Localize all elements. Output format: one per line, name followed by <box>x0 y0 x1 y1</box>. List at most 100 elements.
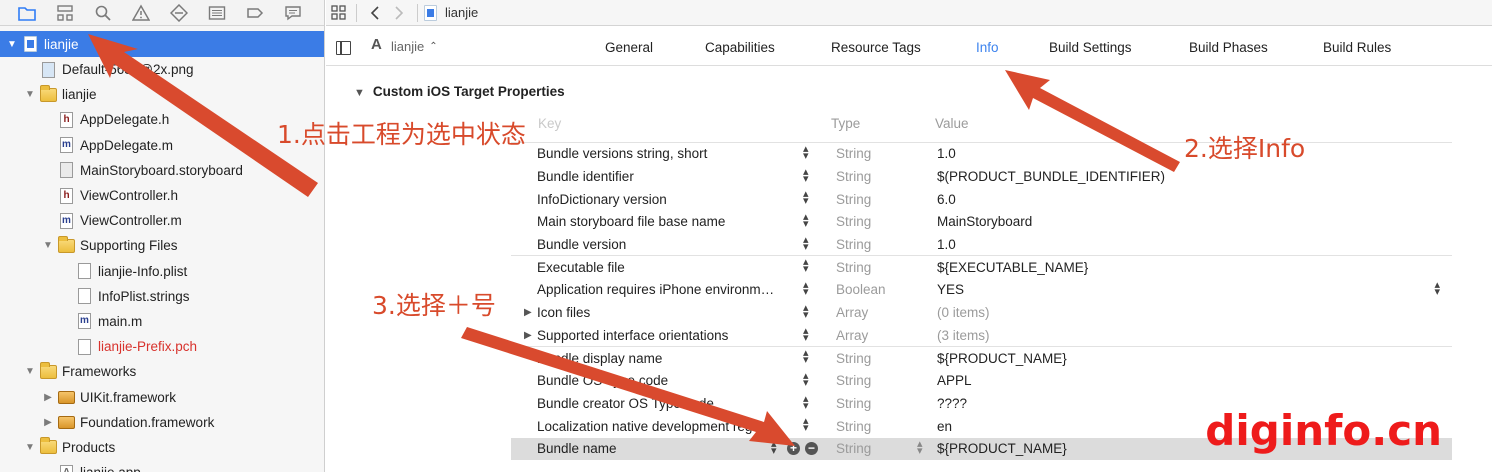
property-type[interactable]: String <box>836 169 871 184</box>
tab-build-settings[interactable]: Build Settings <box>1049 40 1132 55</box>
report-icon[interactable] <box>274 0 312 26</box>
property-row[interactable]: Bundle display name ▴ ▾ String ${PRODUCT_NAM… <box>511 347 1452 370</box>
forward-chevron-icon[interactable] <box>387 0 411 26</box>
property-type[interactable]: String <box>836 146 871 161</box>
property-key[interactable]: Main storyboard file base name <box>537 214 799 229</box>
navigator-item[interactable]: h AppDelegate.h <box>0 107 324 132</box>
navigator-item[interactable]: lianjie-Prefix.pch <box>0 334 324 359</box>
property-value[interactable]: 6.0 <box>937 192 956 207</box>
navigator-item[interactable]: Alianjie.app <box>0 460 324 472</box>
property-type[interactable]: Boolean <box>836 282 886 297</box>
property-row[interactable]: Bundle version ▴ ▾ String 1.0 <box>511 234 1452 257</box>
property-row[interactable]: InfoDictionary version ▴ ▾ String 6.0 <box>511 188 1452 212</box>
key-stepper-icon[interactable]: ▴ ▾ <box>803 234 809 252</box>
column-value-header[interactable]: Value <box>935 116 969 131</box>
property-type[interactable]: String <box>836 351 871 366</box>
key-stepper-icon[interactable]: ▴ ▾ <box>803 348 809 366</box>
property-value[interactable]: ${EXECUTABLE_NAME} <box>937 260 1088 275</box>
tab-build-rules[interactable]: Build Rules <box>1323 40 1391 55</box>
add-row-icon[interactable]: + <box>787 441 800 455</box>
property-key[interactable]: InfoDictionary version <box>537 192 799 207</box>
navigator-item[interactable]: h ViewController.h <box>0 183 324 208</box>
property-key[interactable]: Localization native development region <box>537 419 799 434</box>
tab-resource-tags[interactable]: Resource Tags <box>831 40 921 55</box>
tab-capabilities[interactable]: Capabilities <box>705 40 775 55</box>
breakpoint-icon[interactable] <box>236 0 274 26</box>
property-value[interactable]: ${PRODUCT_NAME} <box>937 441 1067 456</box>
warning-icon[interactable] <box>122 0 160 26</box>
key-stepper-icon[interactable]: ▴ ▾ <box>803 302 809 320</box>
column-type-header[interactable]: Type <box>831 116 860 131</box>
property-row[interactable]: Main storyboard file base name ▴ ▾ String Ma… <box>511 211 1452 234</box>
property-row[interactable]: ▶ Supported interface orientations ▴ ▾ Array… <box>511 325 1452 348</box>
disclosure-down-icon[interactable]: ▼ <box>24 366 36 378</box>
disclosure-right-icon[interactable]: ▶ <box>524 330 532 341</box>
property-row[interactable]: ▶ Icon files ▴ ▾ Array (0 items) <box>511 302 1452 325</box>
navigator-item[interactable]: m ViewController.m <box>0 208 324 233</box>
disclosure-down-icon[interactable]: ▼ <box>24 441 36 453</box>
tab-general[interactable]: General <box>605 40 653 55</box>
property-row[interactable]: Bundle identifier ▴ ▾ String $(PRODUCT_BUNDL… <box>511 166 1452 189</box>
breadcrumb[interactable]: lianjie <box>424 4 478 21</box>
property-key[interactable]: Bundle versions string, short <box>537 146 799 161</box>
property-value[interactable]: YES <box>937 282 964 297</box>
tab-info[interactable]: Info <box>976 40 999 55</box>
property-type[interactable]: String <box>836 441 871 456</box>
property-value[interactable]: APPL <box>937 373 972 388</box>
property-row[interactable]: Application requires iPhone environm… ▴ ▾ B… <box>511 279 1452 302</box>
key-stepper-icon[interactable]: ▴ ▾ <box>771 438 777 456</box>
disclosure-down-icon[interactable]: ▼ <box>24 89 36 101</box>
property-key[interactable]: Bundle creator OS Type code <box>537 396 799 411</box>
property-value[interactable]: 1.0 <box>937 237 956 252</box>
property-key[interactable]: Executable file <box>537 260 799 275</box>
property-key[interactable]: Bundle name <box>537 441 799 456</box>
property-row[interactable]: Bundle versions string, short ▴ ▾ String 1.0 <box>511 143 1452 166</box>
property-key[interactable]: Bundle version <box>537 237 799 252</box>
navigator-item[interactable]: ▶ Foundation.framework <box>0 410 324 435</box>
navigator-item[interactable]: ▼ Frameworks <box>0 359 324 384</box>
key-stepper-icon[interactable]: ▴ ▾ <box>803 370 809 388</box>
disclosure-right-icon[interactable]: ▶ <box>524 307 532 318</box>
key-stepper-icon[interactable]: ▴ ▾ <box>803 144 809 162</box>
test-diamond-icon[interactable] <box>160 0 198 26</box>
debug-list-icon[interactable] <box>198 0 236 26</box>
key-stepper-icon[interactable]: ▴ ▾ <box>803 166 809 184</box>
navigator-item[interactable]: MainStoryboard.storyboard <box>0 158 324 183</box>
property-value[interactable]: (3 items) <box>937 328 990 343</box>
property-type[interactable]: String <box>836 192 871 207</box>
property-key[interactable]: Icon files <box>537 305 799 320</box>
property-value[interactable]: $(PRODUCT_BUNDLE_IDENTIFIER) <box>937 169 1165 184</box>
property-value[interactable]: en <box>937 419 952 434</box>
navigator-item[interactable]: m main.m <box>0 309 324 334</box>
disclosure-right-icon[interactable]: ▶ <box>42 416 54 428</box>
navigator-item[interactable]: ▼ lianjie <box>0 31 324 57</box>
property-type[interactable]: String <box>836 237 871 252</box>
property-type[interactable]: String <box>836 396 871 411</box>
grid-icon[interactable] <box>326 0 350 26</box>
property-value[interactable]: 1.0 <box>937 146 956 161</box>
property-type[interactable]: String <box>836 419 871 434</box>
property-type[interactable]: String <box>836 373 871 388</box>
property-key[interactable]: Bundle display name <box>537 351 799 366</box>
disclosure-down-icon[interactable]: ▼ <box>42 240 54 252</box>
property-key[interactable]: Application requires iPhone environm… <box>537 282 799 297</box>
navigator-item[interactable]: ▼ Products <box>0 435 324 460</box>
property-key[interactable]: Bundle identifier <box>537 169 799 184</box>
property-row[interactable]: Executable file ▴ ▾ String ${EXECUTABLE_NAME… <box>511 256 1452 280</box>
back-chevron-icon[interactable] <box>363 0 387 26</box>
property-type[interactable]: String <box>836 214 871 229</box>
disclosure-down-icon[interactable]: ▼ <box>6 38 18 50</box>
navigator-item[interactable]: ▼ lianjie <box>0 82 324 107</box>
column-key-header[interactable]: Key <box>538 116 561 131</box>
property-type[interactable]: Array <box>836 328 868 343</box>
type-stepper-icon[interactable]: ▴ ▾ <box>917 438 923 456</box>
section-header[interactable]: ▼ Custom iOS Target Properties <box>354 84 565 99</box>
key-stepper-icon[interactable]: ▴ ▾ <box>803 393 809 411</box>
target-picker[interactable]: lianjie ⌃︎ <box>370 36 438 54</box>
key-stepper-icon[interactable]: ▴ ▾ <box>803 212 809 230</box>
property-key[interactable]: Bundle OS Type code <box>537 373 799 388</box>
property-row[interactable]: Bundle OS Type code ▴ ▾ String APPL <box>511 370 1452 393</box>
remove-row-icon[interactable]: − <box>805 441 818 455</box>
key-stepper-icon[interactable]: ▴ ▾ <box>803 416 809 434</box>
property-value[interactable]: (0 items) <box>937 305 990 320</box>
